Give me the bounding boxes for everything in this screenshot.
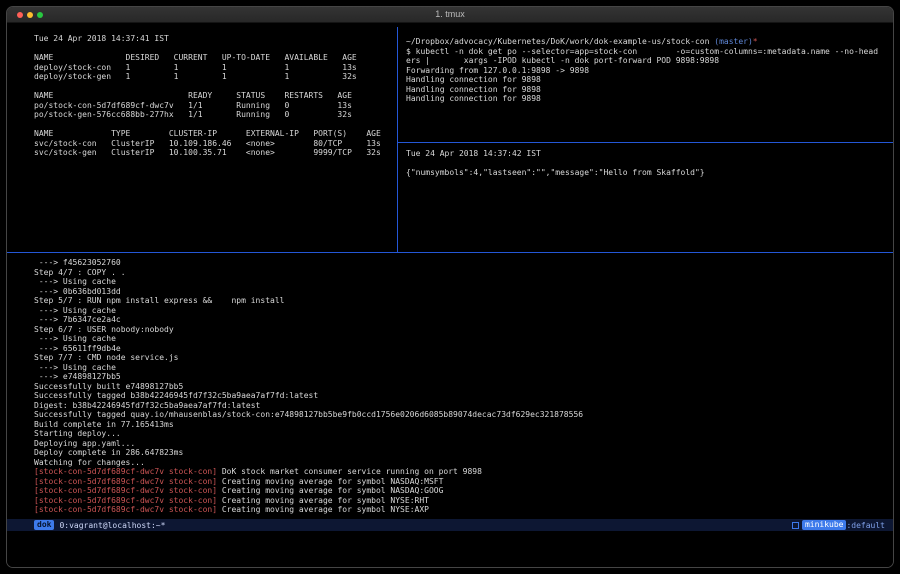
terminal-line: ---> 7b6347ce2a4c [34,315,889,325]
terminal-line [406,159,889,169]
session-name-badge[interactable]: dok [34,520,54,530]
terminal-line: Successfully built e74898127bb5 [34,382,889,392]
terminal-line: Watching for changes... [34,458,889,468]
close-button[interactable] [17,12,23,18]
terminal-line: Step 7/7 : CMD node service.js [34,353,889,363]
window-title: 1. tmux [7,7,893,22]
curl-json-output: {"numsymbols":4,"lastseen":"","message":… [406,159,889,178]
terminal-line: deploy/stock-gen 1 1 1 1 32s [34,72,393,82]
titlebar[interactable]: 1. tmux [7,7,893,23]
terminal-line [34,82,393,92]
pane-border-right-split[interactable] [397,142,893,143]
terminal-line: NAME DESIRED CURRENT UP-TO-DATE AVAILABL… [34,53,393,63]
tmux-terminal: Tue 24 Apr 2018 14:37:41 IST NAME DESIRE… [7,24,893,567]
port-forward-output: $ kubectl -n dok get po --selector=app=s… [406,47,889,104]
pane-skaffold-build[interactable]: ---> f45623052760Step 4/7 : COPY . . ---… [7,253,893,518]
tmux-status-bar: dok 0:vagrant@localhost:~* minikube :def… [7,519,893,531]
terminal-line: ---> Using cache [34,277,889,287]
terminal-line [34,44,393,54]
terminal-line: {"numsymbols":4,"lastseen":"","message":… [406,168,889,178]
pane-curl-output[interactable]: Tue 24 Apr 2018 14:37:42 IST {"numsymbol… [398,143,893,251]
terminal-line: ---> Using cache [34,334,889,344]
terminal-line: ---> f45623052760 [34,258,889,268]
zoom-button[interactable] [37,12,43,18]
window-list-item[interactable]: 0:vagrant@localhost:~* [59,520,165,531]
terminal-line: Deploying app.yaml... [34,439,889,449]
terminal-line: Handling connection for 9898 [406,75,889,85]
shell-prompt-line: ~/Dropbox/advocacy/Kubernetes/DoK/work/d… [406,37,889,47]
git-dirty-flag: * [753,37,758,46]
timestamp: Tue 24 Apr 2018 14:37:42 IST [406,149,889,159]
terminal-line: [stock-con-5d7df689cf-dwc7v stock-con] D… [34,467,889,477]
terminal-line: NAME READY STATUS RESTARTS AGE [34,91,393,101]
terminal-line [34,120,393,130]
terminal-line: ers | xargs -IPOD kubectl -n dok port-fo… [406,56,889,66]
terminal-line: Step 5/7 : RUN npm install express && np… [34,296,889,306]
terminal-line: [stock-con-5d7df689cf-dwc7v stock-con] C… [34,477,889,487]
pod-log: [stock-con-5d7df689cf-dwc7v stock-con] D… [34,467,889,515]
cwd-path: ~/Dropbox/advocacy/Kubernetes/DoK/work/d… [406,37,714,46]
minikube-icon [792,522,799,529]
terminal-line: Digest: b38b42246945fd7f32c5ba9aea7af7fd… [34,401,889,411]
terminal-line: ---> Using cache [34,363,889,373]
terminal-line: deploy/stock-con 1 1 1 1 13s [34,63,393,73]
terminal-line: Build complete in 77.165413ms [34,420,889,430]
terminal-line: Step 4/7 : COPY . . [34,268,889,278]
terminal-line: Step 6/7 : USER nobody:nobody [34,325,889,335]
pane-border-vertical[interactable] [397,27,398,252]
terminal-line: ---> 0b636bd013dd [34,287,889,297]
terminal-line: svc/stock-con ClusterIP 10.109.186.46 <n… [34,139,393,149]
pod-log-prefix: [stock-con-5d7df689cf-dwc7v stock-con] [34,486,217,495]
terminal-line: ---> e74898127bb5 [34,372,889,382]
terminal-line: po/stock-gen-576cc688bb-277hx 1/1 Runnin… [34,110,393,120]
pod-log-prefix: [stock-con-5d7df689cf-dwc7v stock-con] [34,467,217,476]
terminal-line: Successfully tagged b38b42246945fd7f32c5… [34,391,889,401]
terminal-line: [stock-con-5d7df689cf-dwc7v stock-con] C… [34,505,889,515]
pod-log-prefix: [stock-con-5d7df689cf-dwc7v stock-con] [34,477,217,486]
pane-border-main-split[interactable] [7,252,893,253]
kube-context-badge: minikube [802,520,847,530]
kubectl-output: NAME DESIRED CURRENT UP-TO-DATE AVAILABL… [34,44,393,158]
terminal-line: ---> Using cache [34,306,889,316]
terminal-line: [stock-con-5d7df689cf-dwc7v stock-con] C… [34,486,889,496]
terminal-line: Starting deploy... [34,429,889,439]
pane-kubectl-watch[interactable]: Tue 24 Apr 2018 14:37:41 IST NAME DESIRE… [7,24,397,252]
terminal-line: [stock-con-5d7df689cf-dwc7v stock-con] C… [34,496,889,506]
terminal-line: svc/stock-gen ClusterIP 10.100.35.71 <no… [34,148,393,158]
traffic-lights [17,12,43,18]
kube-namespace: :default [846,520,885,531]
pod-log-prefix: [stock-con-5d7df689cf-dwc7v stock-con] [34,505,217,514]
terminal-line: Handling connection for 9898 [406,85,889,95]
git-branch: (master) [714,37,753,46]
terminal-line: ---> 65611ff9db4e [34,344,889,354]
pod-log-prefix: [stock-con-5d7df689cf-dwc7v stock-con] [34,496,217,505]
terminal-line: Forwarding from 127.0.0.1:9898 -> 9898 [406,66,889,76]
minimize-button[interactable] [27,12,33,18]
terminal-line: NAME TYPE CLUSTER-IP EXTERNAL-IP PORT(S)… [34,129,393,139]
terminal-line: po/stock-con-5d7df689cf-dwc7v 1/1 Runnin… [34,101,393,111]
terminal-line: Successfully tagged quay.io/mhausenblas/… [34,410,889,420]
build-log: ---> f45623052760Step 4/7 : COPY . . ---… [34,258,889,467]
terminal-line: $ kubectl -n dok get po --selector=app=s… [406,47,889,57]
timestamp: Tue 24 Apr 2018 14:37:41 IST [34,34,393,44]
terminal-line: Handling connection for 9898 [406,94,889,104]
terminal-window: 1. tmux Tue 24 Apr 2018 14:37:41 IST NAM… [6,6,894,568]
pane-port-forward[interactable]: ~/Dropbox/advocacy/Kubernetes/DoK/work/d… [398,24,893,142]
terminal-line: Deploy complete in 286.647823ms [34,448,889,458]
